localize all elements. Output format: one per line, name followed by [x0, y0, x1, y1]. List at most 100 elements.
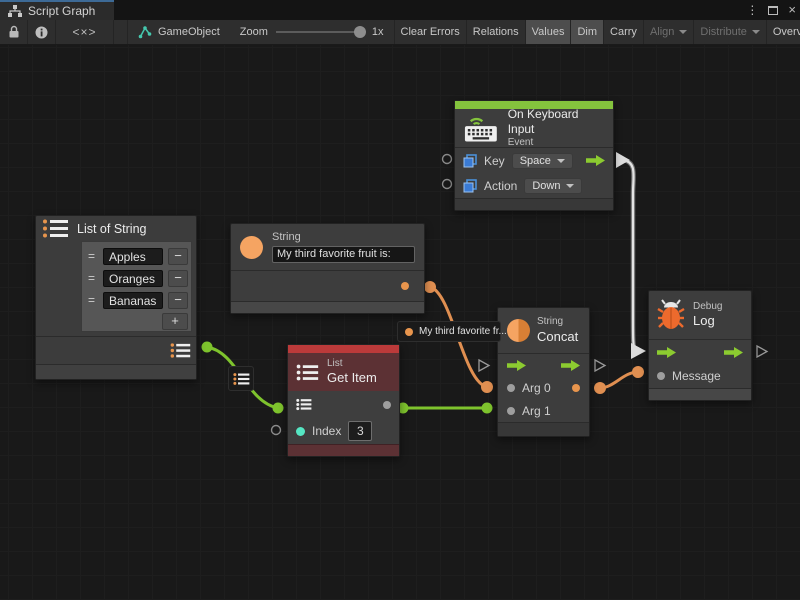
node-list-of-string[interactable]: List of String = Apples − = Oranges − = …	[35, 215, 197, 380]
string-value-preview-text: My third favorite fr...	[419, 326, 507, 337]
node-category: String	[537, 316, 578, 329]
arg0-input-port[interactable]	[507, 384, 515, 392]
node-debug-log[interactable]: Debug Log Message	[648, 290, 752, 401]
message-input-port[interactable]	[657, 372, 665, 380]
zoom-slider[interactable]	[276, 31, 364, 33]
flow-output-port[interactable]	[586, 155, 605, 166]
maximize-icon[interactable]	[768, 6, 778, 15]
message-label: Message	[672, 369, 721, 383]
tab-title: Script Graph	[28, 4, 95, 18]
list-item-field[interactable]: Oranges	[103, 270, 163, 287]
chevron-down-icon	[752, 30, 760, 34]
string-output-port[interactable]	[401, 282, 409, 290]
list-item-row: = Bananas −	[82, 289, 191, 311]
title-bar: Script Graph ⋮ ×	[0, 0, 800, 20]
tab-script-graph[interactable]: Script Graph	[0, 0, 114, 20]
list-input-port[interactable]	[296, 398, 312, 411]
result-output-port[interactable]	[572, 384, 580, 392]
dim-toggle[interactable]: Dim	[571, 20, 604, 44]
overview-button[interactable]: Overview	[767, 20, 800, 44]
key-value: Space	[520, 155, 551, 167]
lock-button[interactable]	[0, 20, 28, 44]
index-input-port[interactable]	[296, 427, 305, 436]
add-item-button[interactable]: +	[162, 313, 188, 330]
node-footer	[455, 198, 613, 210]
carry-toggle[interactable]: Carry	[604, 20, 644, 44]
zoom-control: Zoom 1x	[230, 20, 395, 44]
align-dropdown[interactable]: Align	[644, 20, 694, 44]
gameobject-target[interactable]: GameObject	[128, 20, 230, 44]
action-dropdown[interactable]: Down	[524, 178, 582, 194]
string-value-field[interactable]: My third favorite fruit is:	[272, 246, 415, 263]
list-value-preview-badge	[228, 366, 254, 391]
drag-handle[interactable]: =	[88, 249, 98, 263]
list-item-field[interactable]: Bananas	[103, 292, 163, 309]
zoom-label: Zoom	[240, 26, 268, 38]
inspector-binding-icon	[463, 154, 477, 168]
index-value-field[interactable]: 3	[348, 421, 372, 441]
info-icon	[35, 26, 48, 39]
code-icon: <×>	[72, 25, 96, 39]
node-footer	[288, 444, 399, 456]
index-label: Index	[312, 424, 341, 438]
error-accent-bar	[288, 345, 399, 353]
bug-icon	[657, 298, 685, 332]
node-footer	[649, 388, 751, 400]
list-item-row: = Apples −	[82, 245, 191, 267]
node-concat[interactable]: String Concat Arg 0 Arg 1	[497, 307, 590, 437]
key-row: Key Space	[455, 148, 613, 173]
drag-handle[interactable]: =	[88, 293, 98, 307]
remove-item-button[interactable]: −	[168, 270, 188, 287]
list-icon	[42, 218, 69, 239]
info-button[interactable]	[28, 20, 56, 44]
key-dropdown[interactable]: Space	[512, 153, 573, 169]
chevron-down-icon	[566, 184, 574, 188]
script-graph-window: Script Graph ⋮ × <×>	[0, 0, 800, 600]
node-title: On Keyboard Input	[508, 107, 605, 137]
flow-input-port[interactable]	[507, 360, 526, 371]
node-string-literal[interactable]: String My third favorite fruit is:	[230, 223, 425, 314]
node-footer	[36, 364, 196, 379]
list-inspector: = Apples − = Oranges − = Bananas − +	[81, 241, 192, 332]
remove-item-button[interactable]: −	[168, 248, 188, 265]
node-subtitle: Event	[508, 137, 605, 150]
node-category: Debug	[693, 301, 722, 314]
action-label: Action	[484, 179, 517, 193]
node-category: List	[327, 358, 377, 371]
node-on-keyboard-input[interactable]: On Keyboard Input Event Key Space	[454, 100, 614, 211]
action-row: Action Down	[455, 173, 613, 198]
item-output-port[interactable]	[383, 401, 391, 409]
flow-output-port[interactable]	[561, 360, 580, 371]
chevron-down-icon	[679, 30, 687, 34]
remove-item-button[interactable]: −	[168, 292, 188, 309]
graph-tab-icon	[8, 5, 22, 18]
gameobject-icon	[138, 25, 152, 39]
values-toggle[interactable]: Values	[526, 20, 572, 44]
node-title: Concat	[537, 329, 578, 345]
string-type-dot-icon	[405, 328, 413, 336]
window-menu-icon[interactable]: ⋮	[746, 0, 758, 20]
node-footer	[498, 422, 589, 436]
arg1-input-port[interactable]	[507, 407, 515, 415]
align-label: Align	[650, 26, 674, 38]
clear-errors-button[interactable]: Clear Errors	[395, 20, 467, 44]
distribute-dropdown[interactable]: Distribute	[694, 20, 766, 44]
relations-button[interactable]: Relations	[467, 20, 526, 44]
node-get-item[interactable]: List Get Item Index 3	[287, 344, 400, 457]
code-view-button[interactable]: <×>	[56, 20, 114, 44]
list-output-port[interactable]	[170, 342, 191, 359]
close-icon[interactable]: ×	[788, 0, 796, 20]
list-item-row: = Oranges −	[82, 267, 191, 289]
list-item-field[interactable]: Apples	[103, 248, 163, 265]
flow-output-port[interactable]	[724, 347, 743, 358]
node-title: Get Item	[327, 370, 377, 386]
action-value: Down	[532, 180, 560, 192]
chevron-down-icon	[557, 159, 565, 163]
drag-handle[interactable]: =	[88, 271, 98, 285]
zoom-slider-handle[interactable]	[354, 26, 366, 38]
distribute-label: Distribute	[700, 26, 746, 38]
graph-toolbar: <×> GameObject Zoom 1x Clear Errors Rela…	[0, 20, 800, 45]
toolbar-separator	[114, 20, 128, 44]
flow-input-port[interactable]	[657, 347, 676, 358]
inspector-binding-icon	[463, 179, 477, 193]
